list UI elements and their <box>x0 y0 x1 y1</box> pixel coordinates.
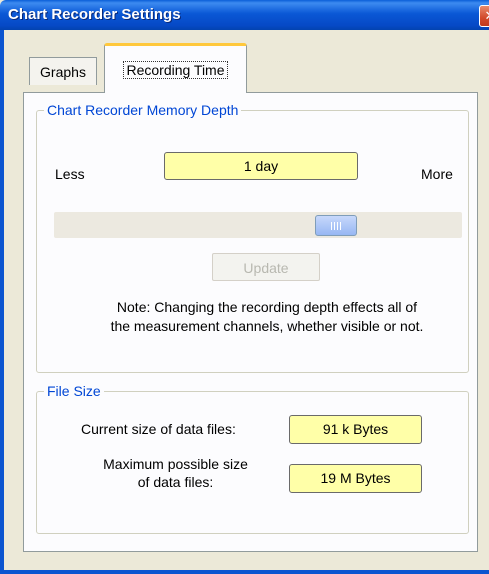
max-size-label: Maximum possible size of data files: <box>83 455 268 491</box>
tab-graphs[interactable]: Graphs <box>29 57 97 85</box>
tab-panel-recording-time: Chart Recorder Memory Depth Less 1 day M… <box>23 92 478 552</box>
window-frame-bottom <box>0 570 489 574</box>
max-size-label-line-2: of data files: <box>137 474 214 490</box>
tab-recording-time-label: Recording Time <box>123 61 228 79</box>
settings-window: Chart Recorder Settings ✕ Graphs Chart R… <box>0 0 489 574</box>
note-line-2: the measurement channels, whether visibl… <box>110 318 424 334</box>
file-size-group: File Size Current size of data files: 91… <box>36 383 469 534</box>
window-frame-left <box>0 30 4 574</box>
memory-depth-group: Chart Recorder Memory Depth Less 1 day M… <box>36 102 469 373</box>
update-button[interactable]: Update <box>212 253 320 281</box>
title-bar[interactable]: Chart Recorder Settings ✕ <box>0 0 489 30</box>
memory-depth-value: 1 day <box>164 152 358 180</box>
tab-recording-time[interactable]: Recording Time <box>104 43 247 93</box>
less-label: Less <box>55 166 85 182</box>
window-title: Chart Recorder Settings <box>8 6 181 23</box>
current-size-label: Current size of data files: <box>81 421 236 437</box>
memory-depth-slider[interactable] <box>54 212 462 238</box>
slider-thumb[interactable] <box>315 215 357 236</box>
file-size-legend: File Size <box>44 383 104 399</box>
max-size-value: 19 M Bytes <box>289 464 422 493</box>
note-line-1: Note: Changing the recording depth effec… <box>116 299 418 315</box>
close-icon: ✕ <box>485 8 489 23</box>
memory-depth-legend: Chart Recorder Memory Depth <box>44 102 242 118</box>
close-button[interactable]: ✕ <box>479 5 489 27</box>
max-size-label-line-1: Maximum possible size <box>103 456 248 472</box>
note-text: Note: Changing the recording depth effec… <box>77 298 457 336</box>
current-size-value: 91 k Bytes <box>289 415 422 444</box>
more-label: More <box>421 166 453 182</box>
